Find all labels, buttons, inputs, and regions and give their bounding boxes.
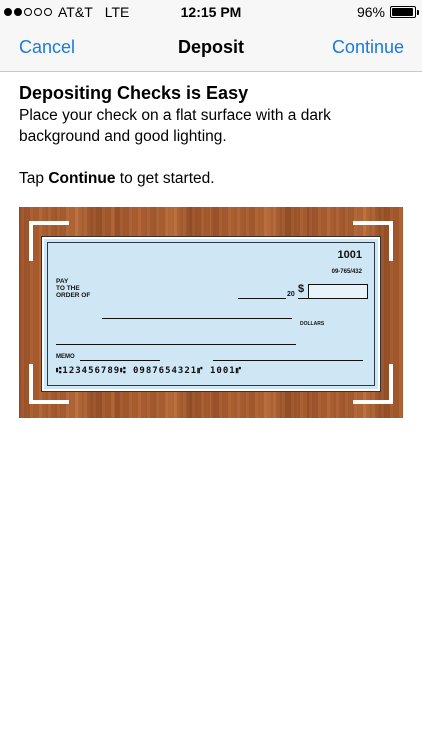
sample-check: 1001 20 09-765/432 PAY TO THE ORDER OF $… [41, 236, 381, 392]
micr-line: ⑆123456789⑆ 0987654321⑈ 1001⑈ [56, 366, 243, 376]
check-number: 1001 [337, 249, 362, 261]
check-illustration: 1001 20 09-765/432 PAY TO THE ORDER OF $… [19, 207, 403, 418]
status-bar: AT&T LTE 12:15 PM 96% [0, 0, 422, 24]
tap-continue-emphasis: Continue [48, 170, 116, 187]
routing-fraction: 09-765/432 [331, 269, 362, 275]
battery-icon [390, 6, 419, 18]
instructions-tap-continue: Tap Continue to get started. [19, 168, 405, 189]
continue-button[interactable]: Continue [332, 37, 404, 58]
tap-prefix: Tap [19, 170, 49, 187]
dollar-sign: $ [298, 283, 305, 295]
memo-line [80, 360, 160, 361]
pay-to-label: PAY TO THE ORDER OF [56, 278, 91, 299]
date-year: 20 [287, 291, 295, 298]
tap-suffix: to get started. [115, 170, 215, 187]
dollars-label: DOLLARS [300, 321, 325, 327]
memo-label: MEMO [56, 354, 75, 360]
instructions-description: Place your check on a flat surface with … [19, 107, 331, 145]
battery-info: 96% [356, 4, 419, 20]
date-line [238, 298, 286, 299]
navigation-bar: Cancel Deposit Continue [0, 24, 422, 72]
instructions-heading: Depositing Checks is Easy [19, 83, 249, 103]
signature-line [213, 360, 363, 361]
amount-words-line [56, 344, 296, 345]
instructions: Depositing Checks is Easy Place your che… [19, 82, 405, 189]
battery-level [392, 8, 414, 16]
amount-box [308, 284, 368, 299]
battery-percent: 96% [356, 4, 385, 20]
payee-line [102, 318, 292, 319]
